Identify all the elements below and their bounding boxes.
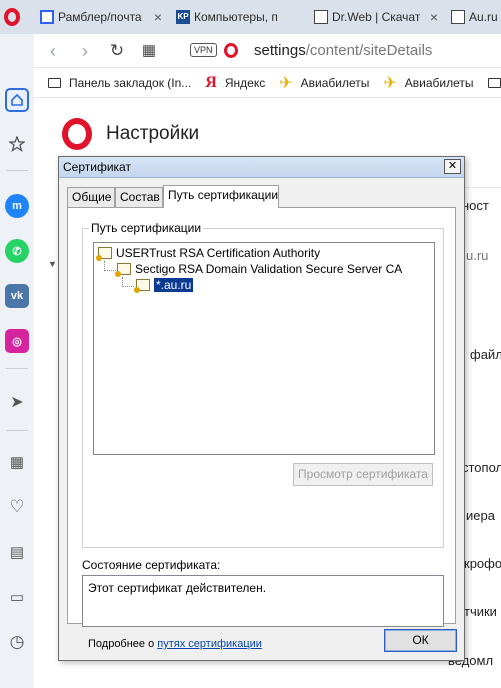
tree-connector <box>122 277 134 287</box>
certificate-status-label: Состояние сертификата: <box>82 558 221 572</box>
certificate-icon <box>96 247 112 261</box>
folder-icon <box>487 77 501 88</box>
mail-icon <box>40 10 54 24</box>
messenger-icon[interactable]: m <box>5 194 29 218</box>
speed-dial-icon[interactable]: ▦ <box>138 40 160 62</box>
doc-icon <box>451 10 465 24</box>
certificate-chain-tree[interactable]: USERTrust RSA Certification Authority Se… <box>93 242 435 455</box>
sidebar-divider <box>6 368 28 369</box>
url-path: /content/siteDetails <box>305 42 433 59</box>
bookmarks-bar: Панель закладок (In... Я Яндекс ✈ Авиаби… <box>34 68 501 98</box>
yandex-icon: Я <box>205 73 217 91</box>
certificate-icon <box>134 279 150 293</box>
browser-tab-computers[interactable]: KP Компьютеры, п <box>176 4 303 30</box>
settings-bg-text: тчики <box>464 604 497 619</box>
opera-page-icon <box>224 43 238 58</box>
plane-icon: ✈ <box>383 74 397 92</box>
kp-icon: KP <box>176 10 190 24</box>
vk-icon[interactable]: vk <box>5 284 29 308</box>
doc-icon <box>314 10 328 24</box>
tab-general[interactable]: Общие <box>67 187 115 207</box>
settings-bg-text: ност <box>462 198 489 213</box>
settings-title: Настройки <box>106 123 200 144</box>
reload-icon[interactable]: ↻ <box>106 40 128 62</box>
settings-bg-text: крофо <box>464 556 501 571</box>
url-host: settings <box>254 42 306 59</box>
vpn-badge[interactable]: VPN <box>190 43 217 57</box>
browser-tab-auru[interactable]: Au.ru <box>451 4 501 30</box>
certification-path-page: Путь сертификации USERTrust RSA Certific… <box>67 207 456 650</box>
view-certificate-button[interactable]: Просмотр сертификата <box>293 463 433 486</box>
plane-icon: ✈ <box>279 74 293 92</box>
settings-bg-text: u.ru <box>466 248 489 263</box>
settings-divider <box>461 187 501 188</box>
back-icon[interactable]: ‹ <box>42 40 64 62</box>
settings-bg-text: файл <box>470 347 501 362</box>
dialog-titlebar[interactable]: Сертификат ✕ <box>59 157 464 178</box>
bookmark-yandex[interactable]: Я Яндекс <box>205 74 265 92</box>
more-info-prefix: Подробнее о <box>88 638 158 650</box>
close-tab-icon[interactable]: × <box>154 9 162 25</box>
ok-button[interactable]: ОК <box>384 629 457 652</box>
chain-item-intermediate[interactable]: Sectigo RSA Domain Validation Secure Ser… <box>115 261 402 277</box>
tab-certification-path[interactable]: Путь сертификации <box>163 185 279 208</box>
more-info: Подробнее о путях сертификации <box>88 638 262 650</box>
certificate-icon <box>115 263 131 277</box>
settings-bg-text: иера <box>466 508 495 523</box>
snapshot-icon[interactable]: ▭ <box>5 585 29 609</box>
home-icon[interactable] <box>5 88 29 112</box>
pinboards-icon[interactable] <box>5 132 29 156</box>
news-icon[interactable]: ▤ <box>5 540 29 564</box>
tabs-grid-icon[interactable]: ▦ <box>5 450 29 474</box>
certification-path-label: Путь сертификации <box>89 221 204 235</box>
tree-connector <box>104 261 116 271</box>
bookmark-panel[interactable]: Панель закладок (In... <box>48 76 191 90</box>
chain-item-root[interactable]: USERTrust RSA Certification Authority <box>96 245 320 261</box>
certificate-dialog: Сертификат ✕ Общие Состав Путь сертифика… <box>58 156 465 661</box>
settings-bg-text: стопол <box>462 460 501 475</box>
heart-icon[interactable]: ♡ <box>5 495 29 519</box>
tab-bar: Рамблер/почта × KP Компьютеры, п Dr.Web … <box>0 0 501 34</box>
collapse-caret-icon[interactable]: ▼ <box>48 259 57 269</box>
forward-icon[interactable]: › <box>74 40 96 62</box>
close-tab-icon[interactable]: × <box>430 9 438 25</box>
certification-path-group: Путь сертификации USERTrust RSA Certific… <box>82 221 444 548</box>
tab-details[interactable]: Состав <box>115 187 163 207</box>
send-icon[interactable]: ➤ <box>5 390 29 414</box>
sidebar-divider <box>6 170 28 171</box>
certificate-status-box: Этот сертификат действителен. <box>82 575 444 627</box>
bookmark-aviabilety-2[interactable]: ✈ Авиабилеты <box>383 73 473 93</box>
folder-icon <box>48 77 61 88</box>
sidebar-divider <box>6 430 28 431</box>
opera-menu-icon[interactable] <box>4 8 20 26</box>
certificate-status-text: Этот сертификат действителен. <box>88 581 267 595</box>
bookmark-aviabilety-1[interactable]: ✈ Авиабилеты <box>279 73 369 93</box>
browser-tab-drweb[interactable]: Dr.Web | Скачат × <box>314 4 440 30</box>
whatsapp-icon[interactable]: ✆ <box>5 239 29 263</box>
instagram-icon[interactable]: ◎ <box>5 329 29 353</box>
sidebar: m ✆ vk ◎ ➤ ▦ ♡ ▤ ▭ ◷ <box>0 34 34 688</box>
chain-item-leaf[interactable]: *.au.ru <box>134 277 194 293</box>
close-icon[interactable]: ✕ <box>444 159 461 174</box>
bookmark-folder-av[interactable]: Ав <box>487 76 501 90</box>
dialog-title: Сертификат <box>63 160 131 174</box>
certification-path-link[interactable]: путях сертификации <box>157 638 262 650</box>
address-bar: ‹ › ↻ ▦ VPN settings/content/siteDetails <box>34 34 501 68</box>
url-field[interactable]: settings/content/siteDetails <box>254 42 432 59</box>
opera-logo <box>62 118 92 150</box>
browser-tab-rambler[interactable]: Рамблер/почта × <box>40 4 164 30</box>
history-icon[interactable]: ◷ <box>5 630 29 654</box>
